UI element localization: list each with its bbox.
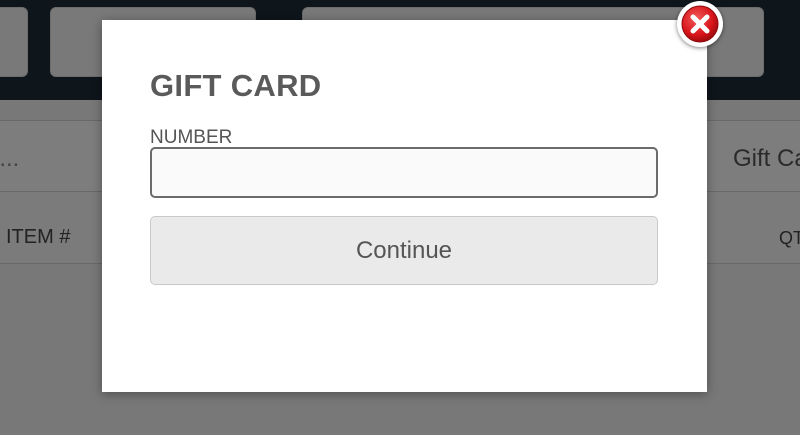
continue-button[interactable]: Continue — [150, 216, 658, 285]
close-button[interactable] — [677, 1, 723, 47]
dialog-title: GIFT CARD — [150, 68, 322, 103]
close-icon — [681, 5, 719, 43]
gift-card-number-input[interactable] — [150, 147, 658, 198]
number-label: NUMBER — [150, 127, 233, 148]
gift-card-dialog: GIFT CARD NUMBER Continue — [102, 20, 707, 392]
